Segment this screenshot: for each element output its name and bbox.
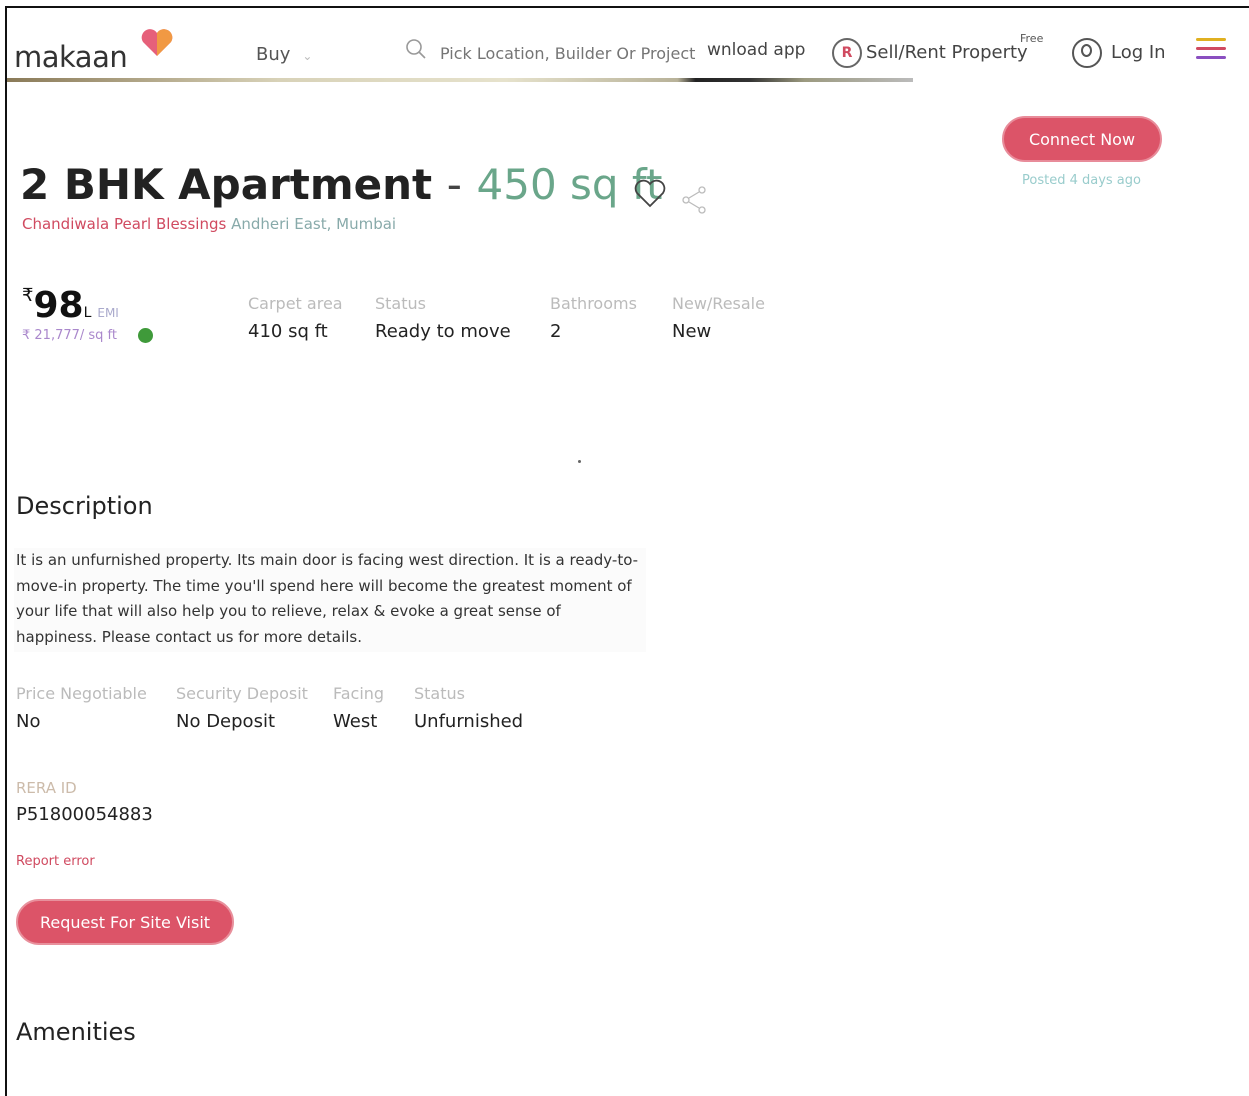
download-app-link[interactable]: wnload app <box>707 40 805 60</box>
report-error-link[interactable]: Report error <box>16 854 95 869</box>
stat-carpet-area: Carpet area 410 sq ft <box>248 294 343 342</box>
stat-value: New <box>672 321 712 342</box>
detail-label: Price Negotiable <box>16 684 147 703</box>
stat-value: Ready to move <box>375 321 511 342</box>
amenities-heading: Amenities <box>16 1018 136 1046</box>
stat-bathrooms: Bathrooms 2 <box>550 294 637 342</box>
share-icon[interactable] <box>678 184 710 214</box>
menu-line-bottom <box>1196 56 1226 59</box>
stray-dot <box>578 460 581 463</box>
description-heading: Description <box>16 492 153 520</box>
detail-furnishing-status: Status Unfurnished <box>414 684 523 732</box>
menu-line-top <box>1196 38 1226 41</box>
header-divider <box>7 78 913 82</box>
project-name-link[interactable]: Chandiwala Pearl Blessings <box>22 215 226 233</box>
search-icon <box>406 39 426 59</box>
stat-value: 410 sq ft <box>248 321 328 342</box>
posted-date: Posted 4 days ago <box>1022 173 1141 188</box>
price-unit: L <box>83 305 92 321</box>
stat-label: Carpet area <box>248 294 343 313</box>
rupee-symbol: ₹ <box>22 285 34 306</box>
free-badge: Free <box>1020 32 1044 45</box>
stat-label: Bathrooms <box>550 294 637 313</box>
locality-name[interactable]: Andheri East, <box>231 215 331 233</box>
chevron-down-icon: ⌄ <box>302 49 313 63</box>
page-title: 2 BHK Apartment - 450 sq ft <box>20 160 662 209</box>
heart-icon[interactable] <box>632 176 668 210</box>
listing-title: 2 BHK Apartment <box>20 160 433 209</box>
description-text: It is an unfurnished property. Its main … <box>14 548 646 652</box>
detail-facing: Facing West <box>333 684 384 732</box>
locality-line: Chandiwala Pearl Blessings Andheri East,… <box>22 215 396 233</box>
detail-label: Status <box>414 684 465 703</box>
detail-security-deposit: Security Deposit No Deposit <box>176 684 308 732</box>
login-link[interactable]: Log In <box>1111 42 1166 63</box>
logo-heart-icon <box>141 29 173 56</box>
detail-price-negotiable: Price Negotiable No <box>16 684 147 732</box>
nav-buy[interactable]: Buy ⌄ <box>256 44 312 65</box>
hamburger-menu-icon[interactable] <box>1196 30 1226 60</box>
detail-value: Unfurnished <box>414 711 524 732</box>
makaan-logo[interactable]: makaan <box>14 40 128 74</box>
stat-label: New/Resale <box>672 294 765 313</box>
detail-value: No Deposit <box>176 711 276 732</box>
stat-status: Status Ready to move <box>375 294 511 342</box>
stat-label: Status <box>375 294 426 313</box>
emi-link[interactable]: EMI <box>97 306 118 320</box>
verified-icon <box>138 328 153 343</box>
price-value: 98 <box>33 285 84 326</box>
search-input[interactable] <box>440 44 700 63</box>
detail-label: Facing <box>333 684 385 703</box>
stat-new-resale: New/Resale New <box>672 294 765 342</box>
detail-value: No <box>16 711 41 732</box>
menu-line-mid <box>1196 47 1226 50</box>
request-site-visit-button[interactable]: Request For Site Visit <box>16 899 234 945</box>
rera-id: P51800054883 <box>16 804 153 825</box>
nav-buy-label: Buy <box>256 44 291 65</box>
rera-label: RERA ID <box>16 779 77 797</box>
title-separator: - <box>446 160 462 209</box>
stat-value: 2 <box>550 321 562 342</box>
detail-label: Security Deposit <box>176 684 308 703</box>
city-name: Mumbai <box>336 215 397 233</box>
sell-property-icon: R <box>832 38 862 68</box>
user-icon <box>1072 38 1102 68</box>
connect-now-button[interactable]: Connect Now <box>1002 116 1162 162</box>
price-per-sqft: ₹ 21,777/ sq ft <box>22 328 118 343</box>
detail-value: West <box>333 711 378 732</box>
sell-rent-property-link[interactable]: Sell/Rent Property <box>866 42 1028 63</box>
price: ₹98L EMI <box>22 285 119 326</box>
